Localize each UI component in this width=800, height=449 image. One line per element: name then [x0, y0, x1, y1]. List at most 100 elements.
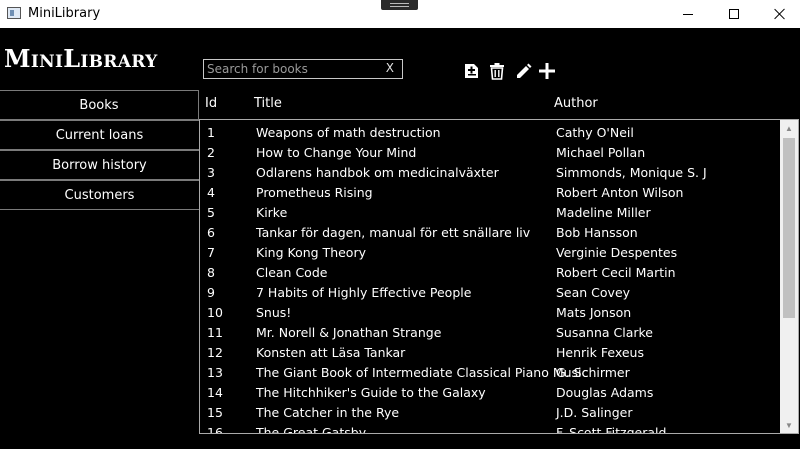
table-row[interactable]: 4 Prometheus Rising Robert Anton Wilson	[200, 181, 781, 201]
window-titlebar[interactable]: MiniLibrary	[0, 0, 800, 28]
cell-author: Sean Covey	[556, 285, 631, 300]
minimize-button[interactable]	[665, 0, 711, 28]
cell-title: King Kong Theory	[256, 245, 366, 260]
cell-title: The Catcher in the Rye	[256, 405, 400, 420]
table-row[interactable]: 14 The Hitchhiker's Guide to the Galaxy Do…	[200, 381, 781, 401]
cell-author: Madeline Miller	[556, 205, 651, 220]
cell-title: Prometheus Rising	[256, 185, 373, 200]
table-row[interactable]: 1 Weapons of math destruction Cathy O'Neil	[200, 121, 781, 141]
cell-author: Verginie Despentes	[556, 245, 678, 260]
cell-title: Weapons of math destruction	[256, 125, 441, 140]
cell-title: Tankar för dagen, manual för ett snällar…	[256, 225, 531, 240]
window-title: MiniLibrary	[28, 6, 101, 21]
close-button[interactable]	[757, 0, 800, 28]
minimize-icon	[683, 13, 693, 15]
table-row[interactable]: 16 The Great Gatsby F. Scott Fitzgerald	[200, 421, 781, 434]
cell-author: Susanna Clarke	[556, 325, 653, 340]
table-row[interactable]: 6 Tankar för dagen, manual för ett snälla…	[200, 221, 781, 241]
table-row[interactable]: 5 Kirke Madeline Miller	[200, 201, 781, 221]
table-row[interactable]: 3 Odlarens handbok om medicinalväxter Simm…	[200, 161, 781, 181]
cell-title: How to Change Your Mind	[256, 145, 417, 160]
table-row[interactable]: 12 Konsten att Läsa Tankar Henrik Fexeus	[200, 341, 781, 361]
cell-title: The Giant Book of Intermediate Classical…	[256, 365, 589, 380]
table-row[interactable]: 11 Mr. Norell & Jonathan Strange Susanna C…	[200, 321, 781, 341]
column-header-title[interactable]: Title	[254, 96, 282, 111]
clear-search-button[interactable]: X	[386, 61, 394, 75]
scrollbar-thumb[interactable]	[783, 138, 795, 318]
cell-title: Odlarens handbok om medicinalväxter	[256, 165, 499, 180]
search-input[interactable]	[205, 61, 375, 77]
table-rows: 1 Weapons of math destruction Cathy O'Neil…	[200, 121, 781, 434]
edit-icon	[517, 63, 532, 78]
table-row[interactable]: 8 Clean Code Robert Cecil Martin	[200, 261, 781, 281]
sidebar-item-current-loans[interactable]: Current loans	[0, 120, 199, 150]
drag-handle[interactable]	[381, 0, 418, 10]
cell-id: 3	[207, 165, 215, 180]
cell-id: 2	[207, 145, 215, 160]
cell-author: Simmonds, Monique S. J	[556, 165, 707, 180]
vertical-scrollbar[interactable]: ▲ ▼	[780, 120, 798, 433]
cell-author: Michael Pollan	[556, 145, 646, 160]
search-box: X	[203, 59, 403, 79]
app-logo: MiniLibrary	[4, 44, 158, 73]
delete-icon	[490, 63, 504, 80]
cell-id: 7	[207, 245, 215, 260]
plus-icon	[539, 63, 555, 79]
cell-id: 11	[207, 325, 223, 340]
cell-author: Henrik Fexeus	[556, 345, 644, 360]
cell-title: The Great Gatsby	[256, 425, 367, 434]
cell-title: Clean Code	[256, 265, 328, 280]
app-icon	[7, 7, 21, 19]
add-button[interactable]	[536, 60, 558, 82]
scroll-up-icon[interactable]: ▲	[780, 120, 798, 136]
delete-book-button[interactable]	[486, 60, 508, 82]
cell-id: 8	[207, 265, 215, 280]
cell-title: Snus!	[256, 305, 292, 320]
edit-book-button[interactable]	[512, 60, 534, 82]
cell-id: 4	[207, 185, 215, 200]
sidebar-nav: Books Current loans Borrow history Custo…	[0, 90, 199, 210]
cell-id: 14	[207, 385, 223, 400]
cell-title: Kirke	[256, 205, 288, 220]
maximize-icon	[729, 9, 739, 19]
cell-id: 9	[207, 285, 215, 300]
cell-title: Konsten att Läsa Tankar	[256, 345, 406, 360]
cell-id: 12	[207, 345, 223, 360]
cell-author: J.D. Salinger	[556, 405, 633, 420]
cell-author: G. Schirmer	[556, 365, 630, 380]
cell-id: 10	[207, 305, 223, 320]
maximize-button[interactable]	[711, 0, 757, 28]
table-row[interactable]: 7 King Kong Theory Verginie Despentes	[200, 241, 781, 261]
table-row[interactable]: 9 7 Habits of Highly Effective People Sean…	[200, 281, 781, 301]
cell-id: 15	[207, 405, 223, 420]
column-header-author[interactable]: Author	[554, 96, 598, 111]
table-row[interactable]: 10 Snus! Mats Jonson	[200, 301, 781, 321]
cell-id: 16	[207, 425, 223, 434]
cell-author: Douglas Adams	[556, 385, 654, 400]
cell-title: 7 Habits of Highly Effective People	[256, 285, 472, 300]
sidebar-item-books[interactable]: Books	[0, 90, 199, 120]
add-book-icon	[465, 64, 478, 78]
cell-author: F. Scott Fitzgerald	[556, 425, 667, 434]
cell-id: 5	[207, 205, 215, 220]
cell-id: 1	[207, 125, 215, 140]
sidebar-item-customers[interactable]: Customers	[0, 180, 199, 210]
table-row[interactable]: 13 The Giant Book of Intermediate Classic…	[200, 361, 781, 381]
books-table: 1 Weapons of math destruction Cathy O'Neil…	[199, 119, 799, 434]
cell-id: 6	[207, 225, 215, 240]
cell-author: Bob Hansson	[556, 225, 638, 240]
cell-title: The Hitchhiker's Guide to the Galaxy	[256, 385, 486, 400]
table-row[interactable]: 15 The Catcher in the Rye J.D. Salinger	[200, 401, 781, 421]
cell-author: Mats Jonson	[556, 305, 632, 320]
close-icon	[774, 8, 786, 20]
add-book-button[interactable]	[461, 60, 483, 82]
cell-author: Robert Anton Wilson	[556, 185, 684, 200]
scroll-down-icon[interactable]: ▼	[780, 417, 798, 433]
column-header-id[interactable]: Id	[205, 96, 217, 111]
sidebar-item-borrow-history[interactable]: Borrow history	[0, 150, 199, 180]
cell-author: Cathy O'Neil	[556, 125, 634, 140]
cell-id: 13	[207, 365, 223, 380]
cell-title: Mr. Norell & Jonathan Strange	[256, 325, 442, 340]
cell-author: Robert Cecil Martin	[556, 265, 676, 280]
table-row[interactable]: 2 How to Change Your Mind Michael Pollan	[200, 141, 781, 161]
